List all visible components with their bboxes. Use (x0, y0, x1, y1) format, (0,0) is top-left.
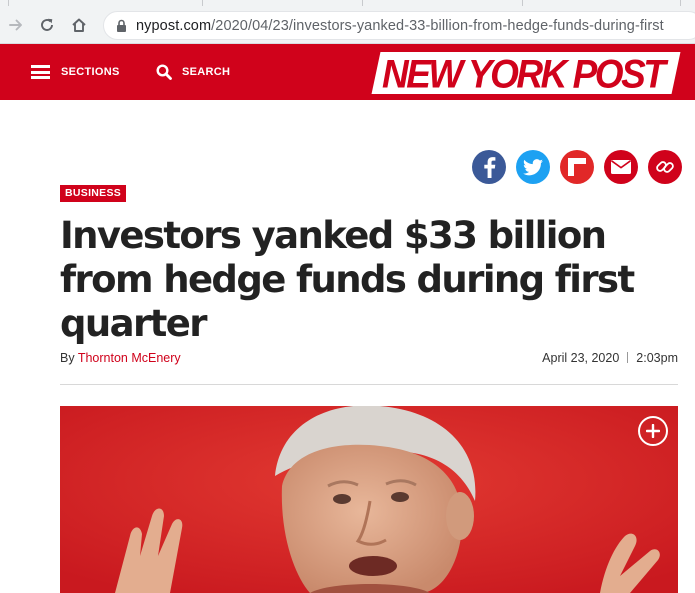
lock-icon[interactable] (116, 19, 127, 33)
forward-icon[interactable] (5, 14, 27, 36)
byline: By Thornton McEnery (60, 351, 181, 365)
search-label: SEARCH (182, 66, 231, 78)
facebook-icon[interactable] (472, 150, 506, 184)
category-badge[interactable]: BUSINESS (60, 185, 127, 202)
search-icon (156, 64, 172, 80)
logo-text: NEW YORK POST (382, 51, 666, 97)
article-photo[interactable] (60, 406, 678, 593)
article-headline: Investors yanked $33 billion from hedge … (60, 214, 635, 345)
sections-button[interactable]: SECTIONS (31, 44, 120, 100)
search-button[interactable]: SEARCH (156, 44, 230, 100)
reload-icon[interactable] (36, 14, 58, 36)
divider (60, 384, 678, 385)
link-icon[interactable] (648, 150, 682, 184)
dateline: April 23, 2020 2:03pm (542, 351, 678, 365)
hamburger-icon (31, 65, 50, 79)
home-icon[interactable] (68, 14, 90, 36)
author-link[interactable]: Thornton McEnery (78, 351, 181, 365)
publish-date: April 23, 2020 (542, 351, 620, 365)
url-path: /2020/04/23/investors-yanked-33-billion-… (211, 18, 664, 34)
date-separator (627, 352, 629, 363)
portrait-illustration (60, 406, 678, 593)
sections-label: SECTIONS (61, 66, 120, 78)
site-logo[interactable]: NEW YORK POST (371, 51, 681, 97)
tab-strip (0, 0, 695, 6)
publish-time: 2:03pm (636, 351, 678, 365)
email-icon[interactable] (604, 150, 638, 184)
flipboard-icon[interactable] (560, 150, 594, 184)
expand-plus-icon[interactable] (638, 416, 668, 446)
byline-prefix: By (60, 351, 75, 365)
browser-toolbar: nypost.com/2020/04/23/investors-yanked-3… (0, 0, 695, 44)
url-text: nypost.com/2020/04/23/investors-yanked-3… (136, 18, 664, 34)
twitter-icon[interactable] (516, 150, 550, 184)
url-host: nypost.com (136, 18, 212, 34)
address-bar[interactable]: nypost.com/2020/04/23/investors-yanked-3… (103, 11, 695, 40)
